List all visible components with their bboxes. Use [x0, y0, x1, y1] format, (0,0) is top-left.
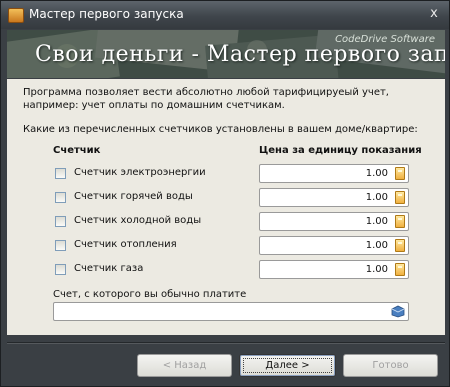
meter-checkbox-cold-water[interactable] [55, 216, 66, 227]
meter-label[interactable]: Счетчик отопления [74, 239, 177, 250]
price-input-electricity[interactable]: 1.00 [259, 164, 409, 183]
account-label: Счет, с которого вы обычно платите [53, 289, 247, 300]
next-button[interactable]: Далее > [239, 354, 336, 377]
price-value: 1.00 [365, 192, 388, 203]
header-banner: CodeDrive Software Свои деньги - Мастер … [7, 30, 445, 78]
column-header-price: Цена за единицу показания [259, 145, 422, 156]
account-select[interactable] [53, 302, 409, 321]
price-value: 1.00 [365, 264, 388, 275]
price-input-hot-water[interactable]: 1.00 [259, 188, 409, 207]
meter-row-gas: Счетчик газа 1.00 [7, 260, 445, 280]
wallet-icon[interactable] [391, 305, 405, 318]
calculator-icon[interactable] [395, 191, 405, 204]
focus-rect [243, 358, 332, 373]
window-title: Мастер первого запуска [29, 7, 184, 21]
meter-label[interactable]: Счетчик электроэнергии [74, 167, 206, 178]
price-input-gas[interactable]: 1.00 [259, 260, 409, 279]
wizard-window: Мастер первого запуска x CodeDrive Softw… [0, 0, 450, 387]
wizard-content: Программа позволяет вести абсолютно любо… [7, 79, 445, 335]
back-button[interactable]: < Назад [137, 354, 232, 377]
price-value: 1.00 [365, 216, 388, 227]
finish-button[interactable]: Готово [343, 354, 438, 377]
intro-text: Программа позволяет вести абсолютно любо… [23, 86, 433, 112]
price-input-heating[interactable]: 1.00 [259, 236, 409, 255]
meter-row-cold-water: Счетчик холодной воды 1.00 [7, 212, 445, 232]
intro-line-2: например: учет оплаты по домашним счетчи… [23, 100, 285, 111]
footer-divider [7, 342, 445, 344]
meter-row-heating: Счетчик отопления 1.00 [7, 236, 445, 256]
question-text: Какие из перечисленных счетчиков установ… [23, 124, 418, 135]
meter-label[interactable]: Счетчик газа [74, 263, 143, 274]
calculator-icon[interactable] [395, 215, 405, 228]
column-header-meter: Счетчик [53, 145, 101, 156]
price-value: 1.00 [365, 240, 388, 251]
meter-row-hot-water: Счетчик горячей воды 1.00 [7, 188, 445, 208]
meter-label[interactable]: Счетчик горячей воды [74, 191, 193, 202]
banner-title: Свои деньги - Мастер первого запуска [35, 42, 445, 67]
meter-checkbox-electricity[interactable] [55, 168, 66, 179]
calculator-icon[interactable] [395, 239, 405, 252]
close-button[interactable]: x [427, 7, 441, 21]
meter-row-electricity: Счетчик электроэнергии 1.00 [7, 164, 445, 184]
meter-checkbox-heating[interactable] [55, 240, 66, 251]
calculator-icon[interactable] [395, 167, 405, 180]
price-value: 1.00 [365, 168, 388, 179]
meter-label[interactable]: Счетчик холодной воды [74, 215, 201, 226]
title-bar[interactable]: Мастер первого запуска x [1, 1, 449, 29]
price-input-cold-water[interactable]: 1.00 [259, 212, 409, 231]
calculator-icon[interactable] [395, 263, 405, 276]
meter-checkbox-gas[interactable] [55, 264, 66, 275]
intro-line-1: Программа позволяет вести абсолютно любо… [23, 87, 389, 98]
meter-checkbox-hot-water[interactable] [55, 192, 66, 203]
app-icon [8, 8, 24, 23]
